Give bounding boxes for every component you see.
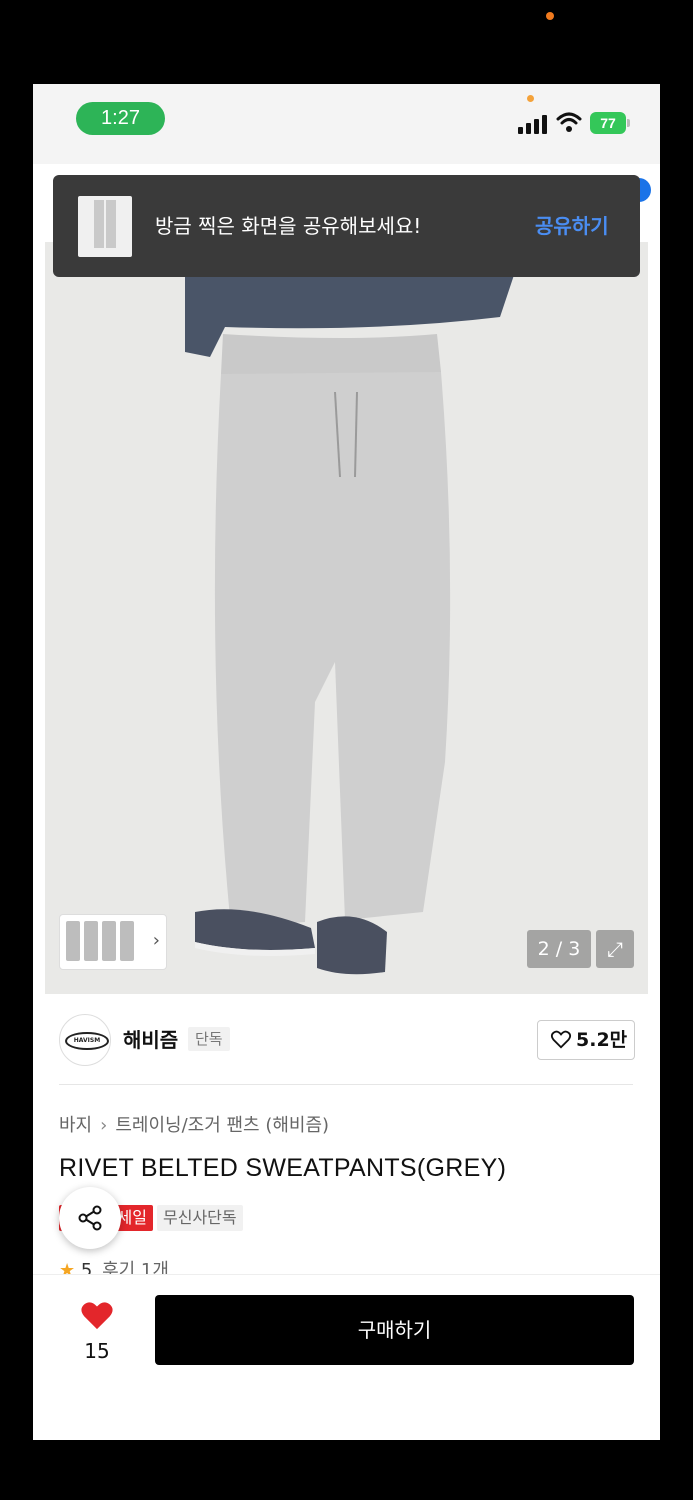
wifi-icon	[556, 112, 582, 132]
share-toast: 방금 찍은 화면을 공유해보세요! 공유하기	[53, 175, 640, 277]
wish-count: 15	[84, 1339, 110, 1363]
breadcrumb: 바지 › 트레이닝/조거 팬츠 (해비즘)	[59, 1111, 329, 1137]
buy-button[interactable]: 구매하기	[155, 1295, 634, 1365]
battery-icon: 77	[590, 112, 630, 134]
signal-icon	[518, 112, 548, 134]
bottom-action-bar: 15 구매하기	[33, 1274, 660, 1440]
image-gutter-right	[648, 242, 660, 994]
breadcrumb-separator: ›	[100, 1115, 108, 1136]
thumbnail-4[interactable]	[120, 921, 134, 961]
thumbnail-strip[interactable]: ›	[59, 914, 167, 970]
status-time: 1:27	[76, 102, 165, 135]
thumbnail-2[interactable]	[84, 921, 98, 961]
toast-message: 방금 찍은 화면을 공유해보세요!	[155, 214, 422, 238]
thumbnail-3[interactable]	[102, 921, 116, 961]
gallery-page-counter: 2 / 3	[527, 930, 591, 968]
thumbnail-1[interactable]	[66, 921, 80, 961]
camera-indicator	[527, 95, 534, 102]
heart-filled-icon[interactable]	[80, 1299, 114, 1331]
brand-exclusive-badge: 단독	[188, 1027, 230, 1051]
share-button[interactable]	[59, 1187, 121, 1249]
screen-recording-dot	[546, 12, 554, 20]
heart-outline-icon	[550, 1030, 572, 1049]
share-action-button[interactable]: 공유하기	[535, 211, 609, 241]
share-icon	[78, 1205, 102, 1231]
expand-icon[interactable]: ⤢	[596, 930, 634, 968]
brand-like-button[interactable]: 5.2만	[537, 1020, 635, 1060]
brand-row: HAVISM 해비즘 단독 5.2만	[33, 994, 660, 1086]
brand-like-count: 5.2만	[576, 1029, 628, 1051]
image-gutter-left	[33, 242, 45, 994]
screenshot-thumbnail[interactable]	[78, 196, 132, 257]
breadcrumb-item[interactable]: 바지	[59, 1115, 92, 1136]
product-photo-illustration	[45, 242, 648, 994]
brand-name[interactable]: 해비즘	[123, 1024, 178, 1053]
divider	[59, 1084, 633, 1085]
chevron-right-icon[interactable]: ›	[153, 929, 160, 953]
product-title: RIVET BELTED SWEATPANTS(GREY)	[59, 1154, 507, 1182]
brand-logo[interactable]: HAVISM	[59, 1014, 111, 1066]
brand-logo-text: HAVISM	[65, 1032, 109, 1050]
product-image[interactable]	[45, 242, 648, 994]
phone-screen: 1:27 77 › 2 / 3 ⤢ 방금 찍은 화면을 공유해보세요! 공유하기…	[33, 84, 660, 1440]
status-bar: 1:27 77	[33, 84, 660, 164]
exclusive-tag: 무신사단독	[157, 1205, 243, 1231]
breadcrumb-item[interactable]: 트레이닝/조거 팬츠 (해비즘)	[115, 1115, 329, 1136]
